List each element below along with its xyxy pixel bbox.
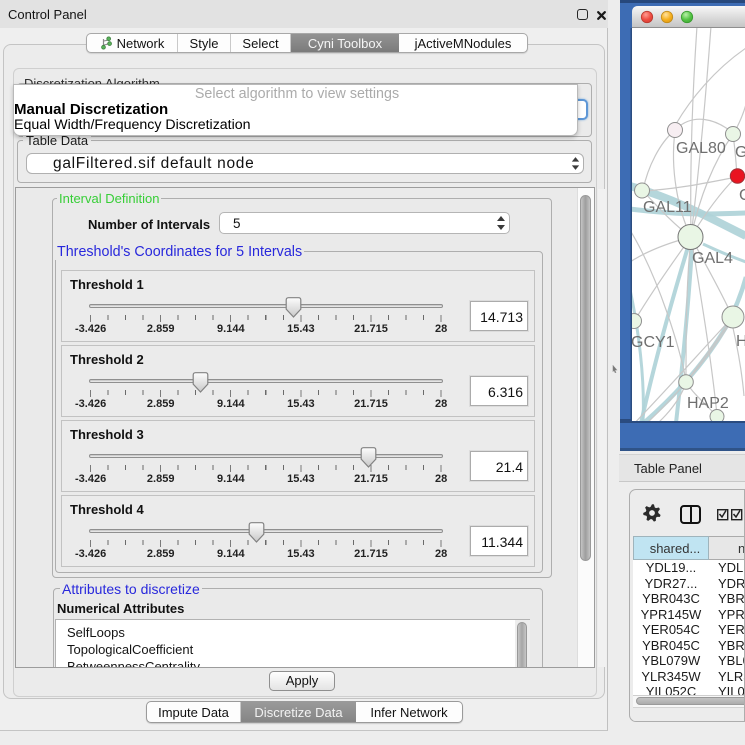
svg-text:GAL4: GAL4	[692, 250, 733, 267]
svg-text:HAP2: HAP2	[687, 395, 729, 412]
svg-text:GA: GA	[735, 144, 745, 161]
svg-text:GCY1: GCY1	[631, 334, 675, 351]
svg-text:HI: HI	[736, 333, 745, 350]
svg-text:C: C	[739, 187, 745, 204]
svg-text:GAL11: GAL11	[643, 199, 692, 216]
svg-text:GAL80: GAL80	[676, 140, 726, 157]
